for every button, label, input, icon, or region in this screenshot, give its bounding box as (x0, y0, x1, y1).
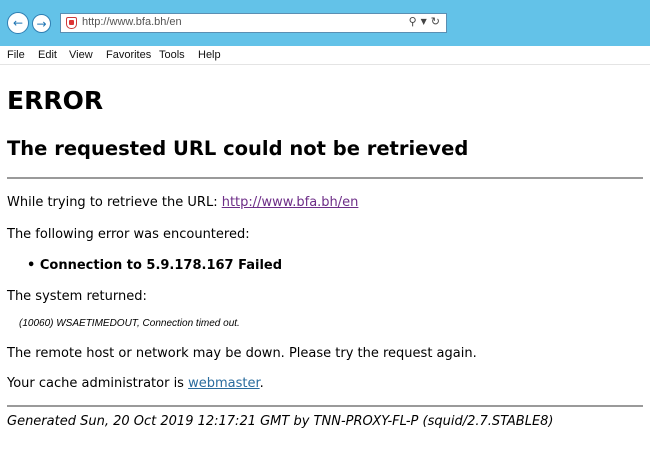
error-intro: The following error was encountered: (7, 227, 250, 242)
cache-admin-prefix: Your cache administrator is (7, 376, 189, 391)
forward-button[interactable]: → (32, 14, 51, 33)
forward-arrow-icon: → (36, 16, 47, 31)
menu-help[interactable]: Help (198, 49, 221, 61)
remote-host-note: The remote host or network may be down. … (7, 346, 477, 361)
menu-tools[interactable]: Tools (159, 49, 185, 61)
page-subtitle: The requested URL could not be retrieved (7, 137, 469, 160)
error-item-text: Connection to 5.9.178.167 Failed (39, 258, 283, 273)
error-list-item: • Connection to 5.9.178.167 Failed (27, 258, 282, 273)
system-returned-label: The system returned: (7, 289, 147, 304)
bullet-icon: • (27, 258, 40, 273)
cache-admin-line: Your cache administrator is webmaster. (7, 376, 264, 391)
menu-edit[interactable]: Edit (38, 49, 57, 61)
menu-file[interactable]: File (7, 49, 25, 61)
menu-view[interactable]: View (69, 49, 93, 61)
divider-top (7, 177, 643, 179)
back-arrow-icon: ← (12, 16, 24, 30)
browser-toolbar: ← → http://www.bfa.bh/en ⚲ ▼ ↻ (0, 0, 650, 46)
back-button[interactable]: ← (7, 12, 29, 34)
system-message: (10060) WSAETIMEDOUT, Connection timed o… (19, 318, 240, 329)
webmaster-link[interactable]: webmaster (188, 376, 260, 391)
address-bar[interactable]: http://www.bfa.bh/en ⚲ ▼ ↻ (60, 13, 447, 33)
cache-admin-suffix: . (259, 376, 264, 391)
site-favicon-icon (66, 17, 77, 29)
search-icon[interactable]: ⚲ (409, 15, 417, 28)
dropdown-chevron-icon[interactable]: ▼ (421, 17, 427, 26)
refresh-icon[interactable]: ↻ (431, 15, 440, 28)
retrieve-url-line: While trying to retrieve the URL: http:/… (7, 195, 358, 210)
menu-bar: File Edit View Favorites Tools Help (0, 46, 650, 65)
menu-favorites[interactable]: Favorites (106, 49, 151, 61)
page-title: ERROR (7, 86, 104, 115)
footer-generated: Generated Sun, 20 Oct 2019 12:17:21 GMT … (7, 414, 554, 429)
retrieve-url-prefix: While trying to retrieve the URL: (7, 195, 222, 210)
address-url[interactable]: http://www.bfa.bh/en (82, 16, 182, 28)
retrieve-url-link[interactable]: http://www.bfa.bh/en (222, 195, 359, 210)
divider-bottom (7, 405, 643, 407)
